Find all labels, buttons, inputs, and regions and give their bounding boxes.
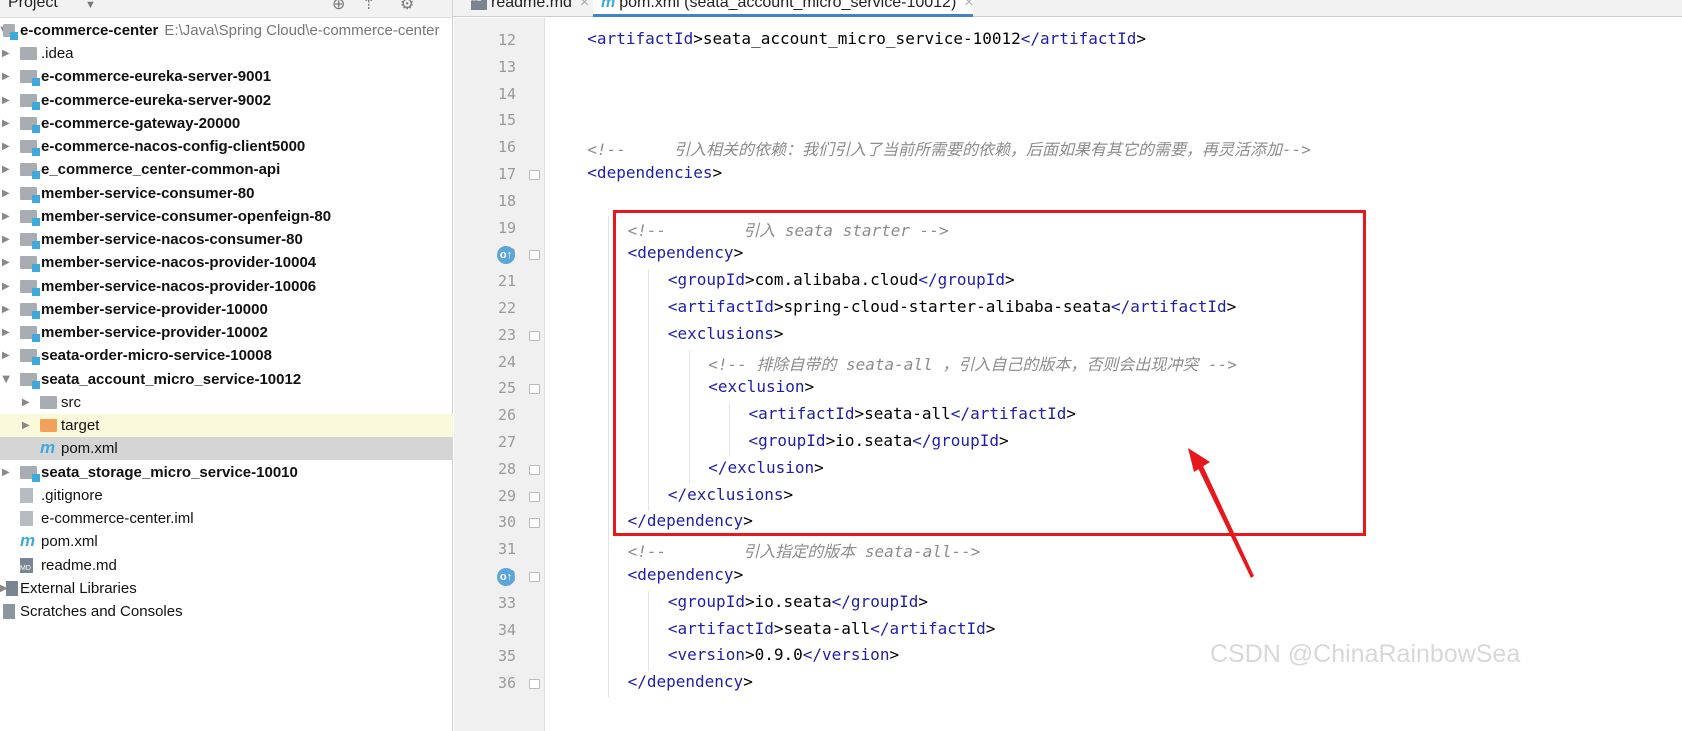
watermark: CSDN @ChinaRainbowSea — [1210, 640, 1521, 668]
annotation-arrow — [1188, 448, 1254, 578]
